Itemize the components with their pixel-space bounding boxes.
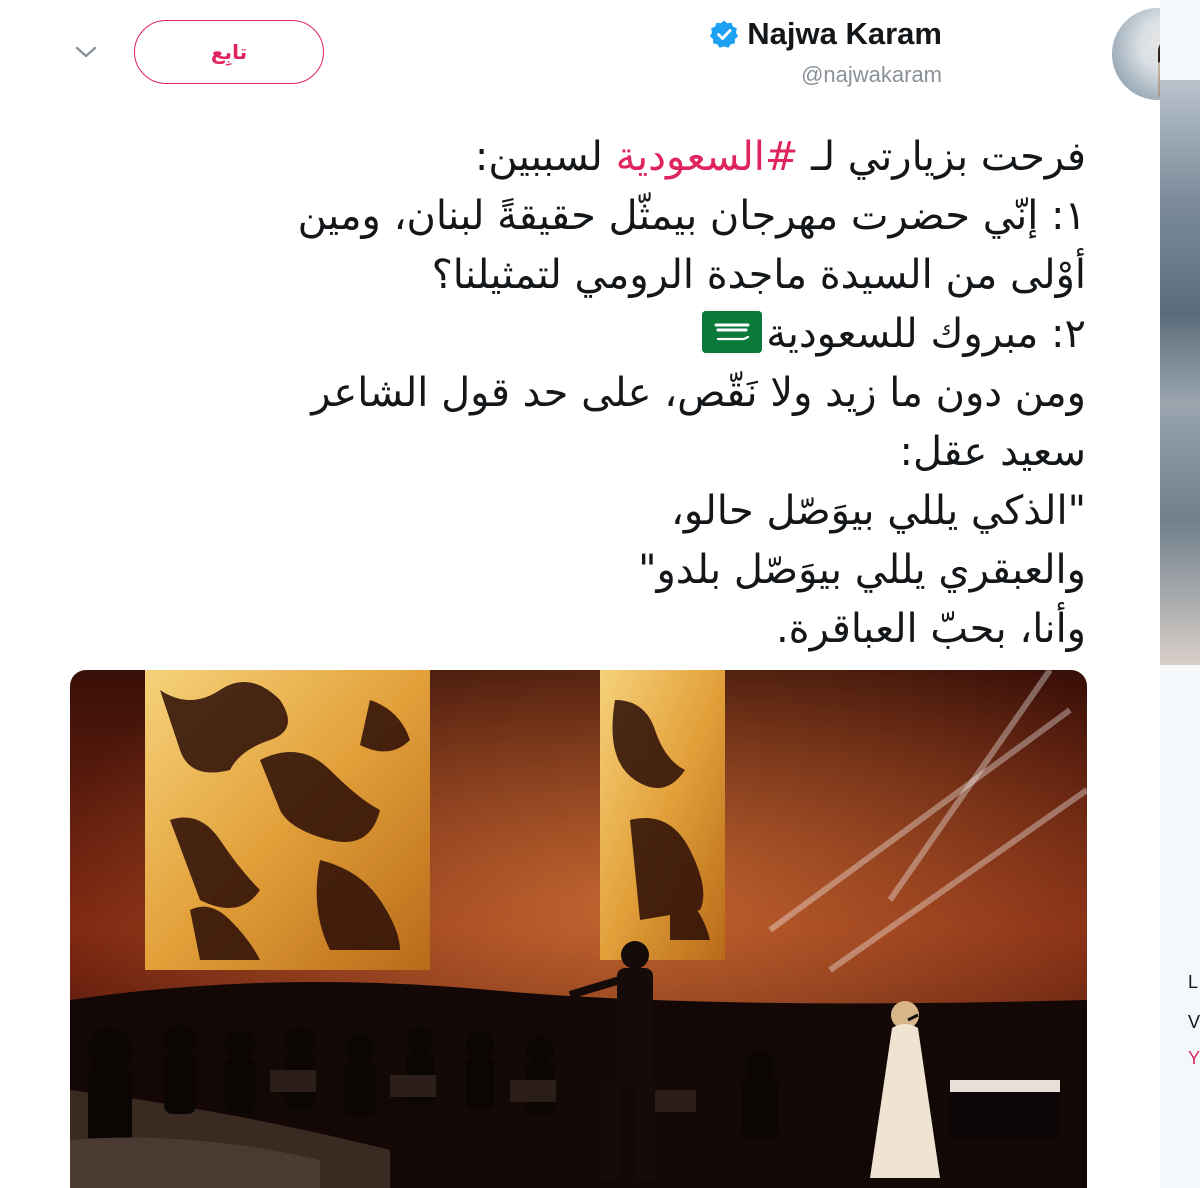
hashtag-link[interactable]: #السعودية xyxy=(616,134,799,180)
tweet-line-1-suffix: لسببين: xyxy=(474,134,616,180)
display-name[interactable]: Najwa Karam xyxy=(747,16,942,52)
tweet-line-9: وأنا، بحبّ العباقرة. xyxy=(775,606,1086,652)
sidebar-image[interactable] xyxy=(1160,80,1200,665)
sidebar-text-fragment-1: L xyxy=(1188,972,1199,992)
tweet-media-image[interactable] xyxy=(70,670,1087,1188)
saudi-flag-emoji xyxy=(702,311,763,353)
sidebar-text-fragment-2: V xyxy=(1188,1012,1200,1032)
chevron-down-icon[interactable] xyxy=(74,44,98,60)
tweet-card: تابِع Najwa Karam @najwakaram فرحت بزيار… xyxy=(0,0,1200,1188)
sidebar-strip: L V Y xyxy=(1160,0,1200,1188)
tweet-line-8: والعبقري يللي بيوَصّل بلدو" xyxy=(638,547,1086,593)
tweet-line-6: سعيد عقل: xyxy=(899,429,1086,475)
tweet-line-4: ٢: مبروك للسعودية xyxy=(60,305,1086,364)
tweet-line-1: فرحت بزيارتي لـ #السعودية لسببين: xyxy=(60,128,1086,187)
tweet-line-3: أوْلى من السيدة ماجدة الرومي لتمثيلنا؟ xyxy=(431,252,1086,298)
tweet-line-7: "الذكي يللي بيوَصّل حالو، xyxy=(671,488,1086,534)
verified-badge-icon xyxy=(709,19,739,49)
tweet-line-2: ١: إنّي حضرت مهرجان بيمثّل حقيقةً لبنان،… xyxy=(297,193,1086,239)
tweet-line-5: ومن دون ما زيد ولا نَقّص، على حد قول الش… xyxy=(311,370,1086,416)
name-row[interactable]: Najwa Karam xyxy=(709,14,942,54)
user-block[interactable]: Najwa Karam @najwakaram xyxy=(709,14,942,88)
tweet-line-1-prefix: فرحت بزيارتي لـ xyxy=(798,134,1086,180)
follow-button[interactable]: تابِع xyxy=(134,20,324,84)
sidebar-text-fragment-3[interactable]: Y xyxy=(1188,1048,1200,1068)
user-handle[interactable]: @najwakaram xyxy=(709,62,942,88)
tweet-text: فرحت بزيارتي لـ #السعودية لسببين: ١: إنّ… xyxy=(60,128,1086,659)
tweet-line-4-text: ٢: مبروك للسعودية xyxy=(766,311,1086,357)
